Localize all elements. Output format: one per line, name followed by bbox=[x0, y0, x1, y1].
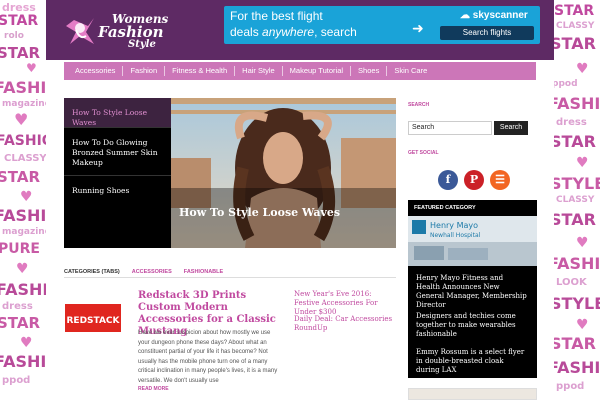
sidebar-thumbnail[interactable] bbox=[408, 388, 537, 400]
nav-item-fashion[interactable]: Fashion bbox=[123, 66, 166, 76]
tab-fashionable[interactable]: FASHIONABLE bbox=[184, 269, 223, 275]
read-more-link[interactable]: READ MORE bbox=[138, 386, 169, 392]
facebook-icon[interactable]: f bbox=[438, 170, 458, 190]
main-nav: Accessories Fashion Fitness & Health Hai… bbox=[64, 62, 536, 80]
logo-woman-icon bbox=[66, 18, 94, 44]
post-thumbnail[interactable]: REDSTACK bbox=[64, 290, 122, 346]
svg-text:Newhall Hospital: Newhall Hospital bbox=[430, 232, 481, 239]
featured-list: How To Style Loose Waves How To Do Glowi… bbox=[64, 98, 171, 248]
search-widget-title: SEARCH bbox=[408, 102, 430, 108]
page: Womens Fashion Style For the best flight… bbox=[46, 0, 554, 400]
nav-item-makeup-tutorial[interactable]: Makeup Tutorial bbox=[283, 66, 352, 76]
featured-category-item[interactable]: Henry Mayo Fitness and Health Announces … bbox=[408, 274, 537, 310]
featured-caption[interactable]: How To Style Loose Waves bbox=[179, 206, 340, 219]
skyscanner-ad-banner[interactable]: For the best flight deals anywhere, sear… bbox=[224, 6, 540, 44]
tab-accessories[interactable]: ACCESSORIES bbox=[132, 269, 172, 275]
redstack-logo: REDSTACK bbox=[64, 290, 122, 346]
hospital-photo: Henry Mayo Newhall Hospital bbox=[408, 216, 537, 266]
featured-item[interactable]: Running Shoes bbox=[64, 176, 171, 202]
featured-category-widget: FEATURED CATEGORY Henry Mayo Newhall Hos… bbox=[408, 200, 537, 378]
featured-category-item[interactable]: Emmy Rossum is a select flyer in double-… bbox=[408, 348, 537, 375]
svg-text:Henry Mayo: Henry Mayo bbox=[430, 221, 478, 230]
nav-item-hair-style[interactable]: Hair Style bbox=[235, 66, 283, 76]
ad-headline: For the best flight bbox=[230, 9, 323, 23]
social-widget-title: GET SOCIAL bbox=[408, 150, 439, 156]
right-wallpaper: STAR CLASSY STAR ♥ ppod FASHION dress ST… bbox=[554, 0, 600, 400]
featured-image[interactable] bbox=[171, 98, 396, 248]
categories-label: CATEGORIES (TABS) bbox=[64, 268, 120, 275]
site-header: Womens Fashion Style For the best flight… bbox=[46, 0, 554, 60]
featured-category-title: FEATURED CATEGORY bbox=[414, 205, 476, 211]
featured-photo bbox=[171, 98, 396, 248]
ad-subline: deals anywhere, search bbox=[230, 25, 357, 39]
svg-text:REDSTACK: REDSTACK bbox=[66, 316, 120, 326]
ad-brand: ☁ skyscanner bbox=[460, 10, 528, 21]
nav-item-skin-care[interactable]: Skin Care bbox=[387, 66, 434, 76]
logo-line-3: Style bbox=[128, 39, 156, 50]
search-input[interactable]: Search bbox=[408, 121, 492, 135]
arrow-right-icon: ➜ bbox=[412, 20, 424, 36]
nav-item-accessories[interactable]: Accessories bbox=[68, 66, 124, 76]
side-post-link[interactable]: New Year's Eve 2016: Festive Accessories… bbox=[294, 290, 396, 317]
featured-category-item[interactable]: Designers and techies come together to m… bbox=[408, 312, 537, 339]
featured-slider: How To Style Loose Waves How To Do Glowi… bbox=[64, 98, 396, 248]
rss-icon[interactable]: ☰ bbox=[490, 170, 510, 190]
nav-item-shoes[interactable]: Shoes bbox=[351, 66, 388, 76]
left-wallpaper: dress STAR rolo STAR ♥ FASHION magazine … bbox=[0, 0, 46, 400]
nav-item-fitness-health[interactable]: Fitness & Health bbox=[165, 66, 236, 76]
post-excerpt: Have we ever suspicion about how mostly … bbox=[138, 330, 278, 384]
featured-item[interactable]: How To Style Loose Waves bbox=[64, 98, 171, 128]
search-button[interactable]: Search bbox=[494, 121, 528, 135]
site-logo[interactable]: Womens Fashion Style bbox=[64, 10, 168, 52]
featured-category-image[interactable]: Henry Mayo Newhall Hospital bbox=[408, 216, 537, 266]
side-post-link[interactable]: Daily Deal: Car Accessories RoundUp bbox=[294, 315, 396, 333]
categories-tabs: CATEGORIES (TABS) ACCESSORIES FASHIONABL… bbox=[64, 266, 396, 278]
featured-item[interactable]: How To Do Glowing Bronzed Summer Skin Ma… bbox=[64, 128, 171, 176]
pinterest-icon[interactable]: P bbox=[464, 170, 484, 190]
search-flights-button[interactable]: Search flights bbox=[440, 26, 534, 40]
